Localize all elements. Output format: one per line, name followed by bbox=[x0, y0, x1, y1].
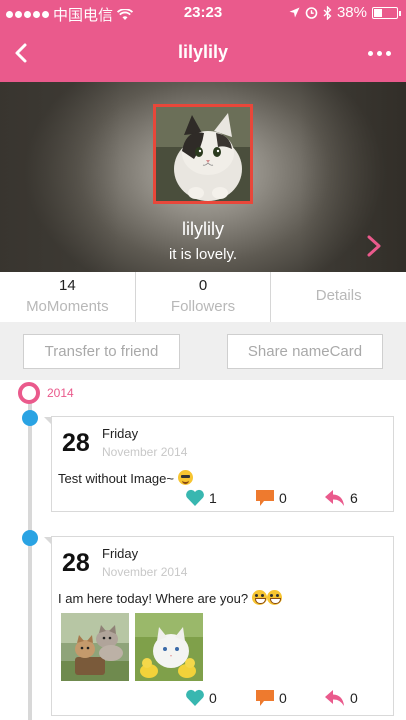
post-text-content: I am here today! Where are you? bbox=[58, 591, 249, 606]
post-text: I am here today! Where are you? bbox=[58, 590, 282, 606]
post-day: 28 bbox=[62, 429, 90, 457]
moments-count: 14 bbox=[58, 277, 76, 294]
moment-card[interactable]: 28 Friday November 2014 I am here today!… bbox=[44, 536, 395, 716]
heart-icon bbox=[186, 689, 204, 706]
avatar[interactable] bbox=[153, 104, 253, 204]
transfer-to-friend-button[interactable]: Transfer to friend bbox=[23, 334, 180, 369]
grin-emoji-icon bbox=[251, 590, 267, 605]
location-arrow-icon bbox=[289, 7, 300, 18]
comment-bubble-icon bbox=[256, 490, 274, 506]
post-image-thumbnail[interactable] bbox=[135, 613, 203, 681]
share-namecard-button[interactable]: Share nameCard bbox=[227, 334, 383, 369]
page-title: lilylily bbox=[177, 42, 229, 62]
comment-button[interactable]: 0 bbox=[255, 689, 287, 707]
timeline-dot bbox=[22, 530, 38, 546]
share-count: 6 bbox=[350, 490, 358, 506]
profile-motto: it is lovely. bbox=[168, 246, 238, 263]
profile-name: lilylily bbox=[182, 219, 224, 239]
timeline-dot bbox=[22, 410, 38, 426]
like-button[interactable]: 1 bbox=[185, 489, 217, 507]
share-count: 0 bbox=[350, 690, 358, 706]
cat-avatar-image bbox=[156, 107, 250, 201]
alarm-clock-icon bbox=[305, 7, 318, 19]
followers-count: 0 bbox=[198, 277, 208, 294]
followers-label: Followers bbox=[170, 298, 236, 315]
post-weekday: Friday bbox=[102, 546, 139, 561]
post-text: Test without Image~ bbox=[58, 470, 193, 486]
battery-icon bbox=[372, 6, 401, 19]
comment-bubble-icon bbox=[256, 690, 274, 706]
comment-button[interactable]: 0 bbox=[255, 489, 287, 507]
post-actions: 0 0 0 bbox=[52, 689, 395, 713]
grin-emoji-icon bbox=[266, 590, 282, 605]
post-weekday: Friday bbox=[102, 426, 139, 441]
post-text-content: Test without Image~ bbox=[58, 471, 174, 486]
share-button[interactable]: 0 bbox=[324, 689, 358, 707]
more-options-button[interactable] bbox=[362, 38, 396, 68]
more-dots-icon bbox=[367, 50, 373, 56]
details-label: Details bbox=[315, 287, 362, 304]
stat-moments[interactable]: 14 MoMoments bbox=[0, 272, 135, 322]
profile-next-button[interactable] bbox=[364, 234, 384, 258]
like-button[interactable]: 0 bbox=[185, 689, 217, 707]
year-label: 2014 bbox=[47, 386, 74, 400]
bluetooth-icon bbox=[323, 5, 332, 20]
moment-card[interactable]: 28 Friday November 2014 Test without Ima… bbox=[44, 416, 395, 513]
share-button[interactable]: 6 bbox=[324, 489, 358, 507]
post-actions: 1 0 6 bbox=[52, 489, 395, 513]
profile-stats: 14 MoMoments 0 Followers Details bbox=[0, 272, 406, 322]
post-day: 28 bbox=[62, 549, 90, 577]
profile-banner: lilylily it is lovely. bbox=[0, 82, 406, 272]
post-month-year: November 2014 bbox=[102, 565, 188, 579]
comment-count: 0 bbox=[279, 690, 287, 706]
like-count: 1 bbox=[209, 490, 217, 506]
status-right: 38% bbox=[289, 4, 401, 21]
battery-level bbox=[374, 8, 382, 17]
heart-icon bbox=[186, 489, 204, 506]
post-image-thumbnail[interactable] bbox=[61, 613, 129, 681]
kittens-photo bbox=[61, 613, 129, 681]
post-month-year: November 2014 bbox=[102, 445, 188, 459]
stat-followers[interactable]: 0 Followers bbox=[134, 272, 271, 322]
share-arrow-icon bbox=[325, 690, 344, 706]
kitten-chicks-photo bbox=[135, 613, 203, 681]
moments-timeline[interactable]: 2014 28 Friday November 2014 Test withou… bbox=[0, 380, 406, 720]
comment-count: 0 bbox=[279, 490, 287, 506]
moments-label: MoMoments bbox=[26, 298, 109, 315]
share-arrow-icon bbox=[325, 490, 344, 506]
action-buttons-row: Transfer to friend Share nameCard bbox=[0, 322, 406, 380]
chevron-right-icon bbox=[367, 235, 381, 257]
timeline-line bbox=[28, 396, 32, 720]
year-marker-icon bbox=[18, 382, 40, 404]
nav-bar: lilylily bbox=[0, 26, 406, 82]
stat-details[interactable]: Details bbox=[270, 272, 406, 322]
status-bar: 中国电信 23:23 38% bbox=[0, 0, 406, 26]
battery-percent: 38% bbox=[336, 4, 367, 21]
sunglasses-emoji-icon bbox=[177, 470, 193, 485]
like-count: 0 bbox=[209, 690, 217, 706]
